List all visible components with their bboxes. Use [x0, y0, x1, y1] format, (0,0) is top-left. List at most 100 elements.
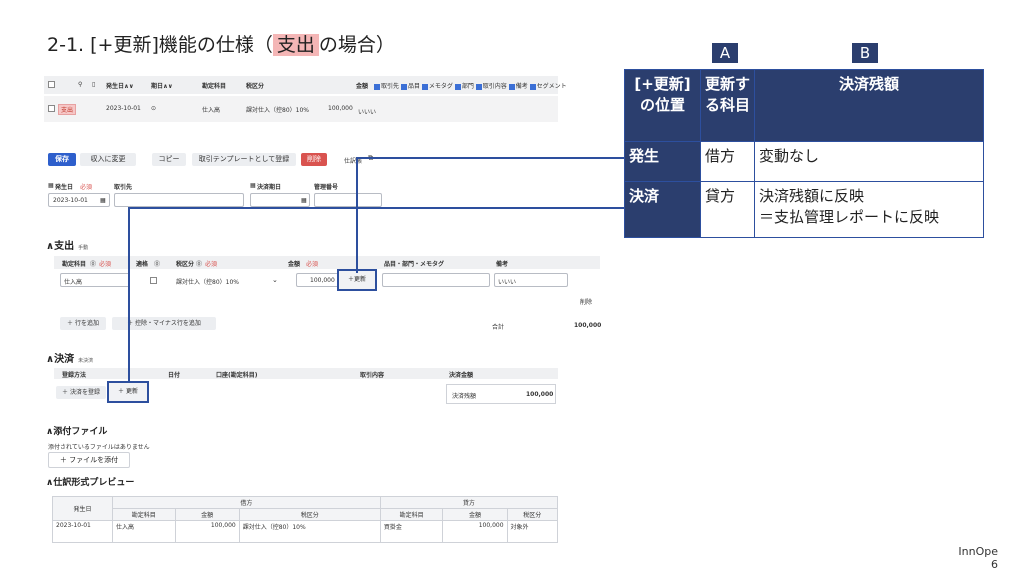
spec-header-balance: 決済残額 [754, 69, 984, 142]
help-icon: ⓪ [90, 261, 97, 268]
toggle-checkbox[interactable] [529, 83, 536, 90]
spec-row-balance-note: ＝支払管理レポートに反映 [759, 208, 940, 226]
expense-col-memo: 備考 [496, 261, 509, 268]
connector-line [356, 157, 624, 159]
row-account: 仕入高 [202, 107, 221, 114]
settlement-col-account: 口座(勘定科目) [216, 372, 258, 379]
col-tax: 税区分 [246, 83, 265, 90]
preview-cell: 100,000 [442, 520, 508, 543]
help-icon: ⓪ [196, 261, 203, 268]
delete-row-link[interactable]: 削除 [580, 297, 592, 306]
toggle-checkbox[interactable] [400, 83, 407, 90]
select-all-checkbox[interactable] [48, 81, 55, 88]
proper-checkbox[interactable] [150, 277, 157, 284]
calendar-icon[interactable]: ▦ [100, 197, 106, 204]
preview-col: 税区分 [506, 508, 559, 521]
slide-title: 2-1. [+更新]機能の仕様（ 支出 の場合） [47, 34, 395, 56]
toggle-checkbox[interactable] [508, 83, 515, 90]
preview-col: 勘定科目 [379, 508, 444, 521]
preview-cell: 対象外 [506, 520, 559, 543]
preview-debit-header: 借方 [112, 496, 381, 509]
delete-button[interactable]: 削除 [301, 153, 327, 166]
col-date[interactable]: 発生日∧∨ [106, 81, 134, 90]
row-amount: 100,000 [328, 105, 353, 112]
partner-field[interactable] [114, 193, 244, 207]
preview-cell: 仕入高 [112, 520, 176, 543]
register-template-button[interactable]: 取引テンプレートとして登録 [192, 153, 296, 166]
row-tax: 課対仕入（控80）10% [246, 107, 309, 114]
spec-row-balance: 決済残額に反映 [759, 187, 865, 205]
expense-col-items: 品目・部門・メモタグ [384, 261, 445, 268]
search-icon[interactable]: ⚲ [78, 81, 82, 88]
row-memo: いいい [358, 109, 377, 116]
change-to-income-button[interactable]: 収入に変更 [80, 153, 136, 166]
connector-line [356, 157, 358, 273]
settlement-section-title[interactable]: ∧決済 未決済 [46, 350, 93, 365]
balance-value: 100,000 [526, 391, 554, 398]
required-badge: 必須 [306, 261, 319, 268]
page-number: 6 [991, 558, 998, 571]
save-button[interactable]: 保存 [48, 153, 76, 166]
footer-brand: InnOpe [958, 545, 998, 558]
preview-col: 勘定科目 [112, 508, 176, 521]
expense-col-tax: 税区分 [176, 261, 195, 268]
copy-button[interactable]: コピー [152, 153, 186, 166]
toggle-checkbox[interactable] [454, 83, 461, 90]
toggle-checkbox[interactable] [421, 83, 428, 90]
status-badge: 支出 [58, 104, 77, 115]
preview-title[interactable]: ∧仕訳形式プレビュー [46, 475, 134, 488]
expense-tax-value[interactable]: 課対仕入（控80）10% [176, 277, 239, 286]
connector-line [128, 207, 624, 209]
partner-label: 取引先 [114, 184, 133, 191]
expense-section-title[interactable]: ∧支出 手動 [46, 237, 88, 252]
preview-cell: 100,000 [174, 520, 240, 543]
register-settlement-button[interactable]: ＋ 決済を登録 [56, 386, 106, 399]
add-file-button[interactable]: ＋ ファイルを添付 [48, 452, 130, 468]
chevron-down-icon[interactable]: ⌄ [272, 276, 278, 284]
spec-table: [+更新]の位置 更新する科目 決済残額 発生 借方 変動なし 決済 貸方 決済… [624, 69, 984, 238]
mgmt-field[interactable] [314, 193, 382, 207]
spec-row-subject: 貸方 [700, 181, 755, 238]
spec-header-position: [+更新]の位置 [624, 69, 701, 142]
update-button-settlement[interactable]: ＋ 更新 [107, 381, 149, 403]
expense-col-amount: 金額 [288, 261, 301, 268]
spec-row-balance: 変動なし [754, 141, 984, 182]
total-value: 100,000 [574, 322, 602, 329]
expense-account-value: 仕入高 [64, 279, 83, 286]
settlement-col-method: 登録方法 [62, 372, 87, 379]
date-label: 発生日 [55, 184, 74, 191]
connector-line [128, 207, 130, 383]
preview-col: 金額 [442, 508, 508, 521]
settlement-col-date: 日付 [168, 372, 181, 379]
column-toggles: 取引先 品目 メモタグ 部門 取引内容 備考 セグメント [374, 81, 567, 90]
clock-icon: ⊙ [151, 105, 157, 112]
no-attachments-text: 添付されているファイルはありません [48, 444, 150, 451]
total-label: 合計 [492, 324, 505, 331]
expense-memo-value: いいい [498, 279, 517, 286]
settlement-col-content: 取引内容 [360, 372, 385, 379]
items-field[interactable] [382, 273, 490, 287]
toggle-checkbox[interactable] [374, 83, 380, 90]
column-a-label: A [712, 43, 738, 63]
calendar-icon: ▦ [250, 182, 256, 189]
preview-credit-header: 貸方 [379, 496, 559, 509]
help-icon: ⓪ [154, 261, 161, 268]
calendar-icon[interactable]: ▦ [301, 197, 307, 204]
preview-date-header: 発生日 [52, 496, 113, 521]
preview-cell: 買掛金 [379, 520, 444, 543]
expense-col-proper: 適格 [136, 261, 149, 268]
col-due[interactable]: 期日∧∨ [151, 81, 173, 90]
date-field-value: 2023-10-01 [53, 197, 88, 204]
add-row-button[interactable]: ＋ 行を追加 [60, 317, 106, 330]
row-checkbox[interactable] [48, 105, 55, 112]
col-account: 勘定科目 [202, 83, 227, 90]
col-amount: 金額 [356, 83, 369, 90]
required-badge: 必須 [80, 184, 93, 191]
toggle-checkbox[interactable] [475, 83, 482, 90]
expense-amount-value: 100,000 [310, 277, 335, 284]
preview-cell: 2023-10-01 [52, 520, 113, 543]
due-label: 決済期日 [257, 184, 282, 191]
mgmt-label: 管理番号 [314, 184, 339, 191]
attachments-title[interactable]: ∧添付ファイル [46, 424, 107, 437]
spec-header-subject: 更新する科目 [700, 69, 755, 142]
